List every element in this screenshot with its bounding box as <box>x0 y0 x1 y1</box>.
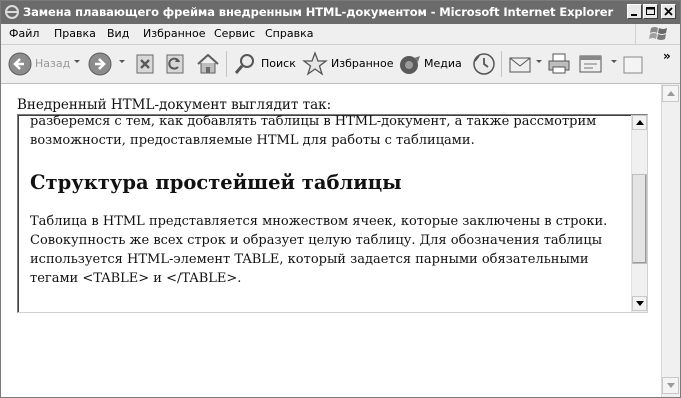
edit-page-icon[interactable] <box>577 50 605 78</box>
print-icon[interactable] <box>546 50 572 78</box>
menu-tools[interactable]: Сервис <box>214 27 255 40</box>
windows-logo <box>635 24 680 44</box>
ie-logo-icon <box>5 5 19 19</box>
frame-scroll-down-button[interactable] <box>632 296 647 311</box>
table-description-paragraph: Таблица в HTML представляется множеством… <box>30 214 608 286</box>
embedded-document-frame[interactable]: разберемся с тем, как добавлять таблицы … <box>17 114 648 313</box>
toolbar-separator <box>226 51 227 77</box>
menu-edit[interactable]: Правка <box>54 27 96 40</box>
menu-favorites[interactable]: Избранное <box>143 27 205 40</box>
favorites-star-icon[interactable] <box>302 50 328 78</box>
page-content: Внедренный HTML-документ выглядит так: р… <box>1 84 661 397</box>
page-scroll-up-button[interactable] <box>662 85 679 102</box>
history-icon[interactable] <box>471 50 497 78</box>
media-icon[interactable] <box>397 50 423 78</box>
back-dropdown-icon[interactable] <box>74 60 80 63</box>
frame-scroll-up-button[interactable] <box>632 115 647 130</box>
scroll-down-arrow-icon <box>667 383 675 388</box>
discuss-icon[interactable] <box>621 50 645 78</box>
menu-help[interactable]: Справка <box>265 27 313 40</box>
frame-vertical-scrollbar[interactable] <box>631 115 647 312</box>
close-button[interactable] <box>661 4 676 19</box>
refresh-icon[interactable] <box>163 50 187 78</box>
maximize-icon <box>646 7 655 15</box>
mail-dropdown-icon[interactable] <box>536 60 542 63</box>
browser-window: Замена плавающего фрейма внедренным HTML… <box>0 0 681 398</box>
search-label[interactable]: Поиск <box>261 57 296 70</box>
embedded-doc-caption: Внедренный HTML-документ выглядит так: <box>17 97 332 113</box>
back-arrow-icon[interactable] <box>7 50 33 78</box>
media-label[interactable]: Медиа <box>424 57 462 70</box>
menu-view[interactable]: Вид <box>107 27 129 40</box>
intro-paragraph: разберемся с тем, как добавлять таблицы … <box>30 114 597 148</box>
search-icon[interactable] <box>232 50 258 78</box>
toolbar-separator <box>501 51 502 77</box>
close-icon <box>664 7 673 16</box>
section-heading: Структура простейшей таблицы <box>30 171 402 194</box>
page-scroll-down-button[interactable] <box>662 377 679 394</box>
windows-flag-icon <box>649 27 667 40</box>
mail-icon[interactable] <box>507 50 533 78</box>
back-label[interactable]: Назад <box>35 57 70 70</box>
edit-dropdown-icon[interactable] <box>611 60 617 63</box>
scroll-up-arrow-icon <box>636 120 644 125</box>
stop-icon[interactable] <box>133 50 157 78</box>
toolbar-overflow-chevron[interactable]: » <box>663 49 671 63</box>
scroll-down-arrow-icon <box>636 301 644 306</box>
menu-bar: Файл Правка Вид Избранное Сервис Справка <box>1 24 680 45</box>
home-icon[interactable] <box>195 50 221 78</box>
menu-file[interactable]: Файл <box>9 27 39 40</box>
page-vertical-scrollbar[interactable] <box>661 84 680 397</box>
minimize-button[interactable] <box>627 4 642 19</box>
toolbar: Назад Поиск Избранное Медиа » <box>1 45 680 84</box>
forward-dropdown-icon[interactable] <box>119 60 125 63</box>
favorites-label[interactable]: Избранное <box>331 57 393 70</box>
minimize-icon <box>631 14 637 16</box>
title-bar: Замена плавающего фрейма внедренным HTML… <box>1 1 680 24</box>
window-title: Замена плавающего фрейма внедренным HTML… <box>23 5 614 19</box>
scroll-up-arrow-icon <box>667 91 675 96</box>
frame-scroll-thumb[interactable] <box>632 174 647 264</box>
maximize-button[interactable] <box>643 4 658 19</box>
forward-arrow-icon[interactable] <box>87 50 113 78</box>
